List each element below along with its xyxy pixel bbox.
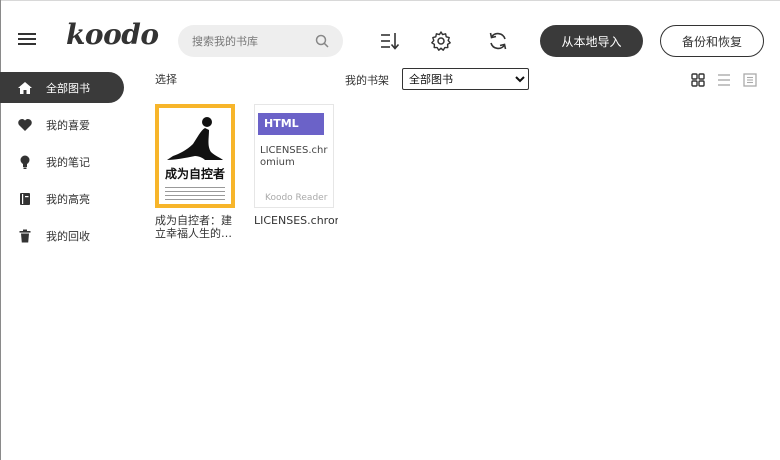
cover-title: 成为自控者 (164, 167, 225, 181)
book-cover[interactable]: HTML LICENSES.chromium Koodo Reader (254, 104, 334, 208)
sidebar-item-label: 我的笔记 (46, 156, 90, 169)
bulb-icon (20, 155, 30, 169)
sidebar-item-label: 我的回收 (46, 230, 90, 243)
book-cover[interactable]: 成为自控者 (155, 104, 235, 208)
sync-icon[interactable] (487, 30, 509, 52)
cover-text-lines (165, 184, 225, 203)
sidebar-item-notes[interactable]: 我的笔记 (0, 146, 130, 177)
list-view-icon[interactable] (716, 72, 732, 88)
cover-view-icon[interactable] (742, 72, 758, 88)
sidebar-item-label: 全部图书 (46, 82, 90, 95)
import-local-button[interactable]: 从本地导入 (540, 25, 643, 57)
book-item[interactable]: 成为自控者 成为自控者：建立幸福人生的… (155, 104, 245, 240)
search-input[interactable] (192, 25, 312, 57)
book-title: 成为自控者：建立幸福人生的… (155, 214, 232, 240)
cover-brand: Koodo Reader (265, 193, 328, 203)
home-icon (18, 82, 32, 94)
search-icon[interactable] (315, 34, 329, 48)
sidebar-item-trash[interactable]: 我的回收 (0, 220, 130, 251)
notebook-icon (20, 193, 30, 205)
menu-icon[interactable] (18, 30, 36, 52)
window-top-edge (0, 0, 780, 1)
sidebar-item-highlights[interactable]: 我的高亮 (0, 183, 130, 214)
sidebar-item-favorites[interactable]: 我的喜爱 (0, 109, 130, 140)
app-logo: koodo (66, 18, 159, 51)
search-box[interactable] (178, 25, 343, 57)
gear-icon[interactable] (430, 30, 452, 52)
sidebar-item-label: 我的喜爱 (46, 119, 90, 132)
book-title: LICENSES.chrom (254, 214, 338, 227)
sidebar-item-label: 我的高亮 (46, 193, 90, 206)
sidebar-item-all-books[interactable]: 全部图书 (0, 72, 124, 103)
sort-icon[interactable] (379, 30, 401, 52)
sidebar: 全部图书 我的喜爱 我的笔记 我的高亮 我的回收 (0, 72, 130, 257)
sea-lion-illustration (167, 117, 223, 160)
heart-icon (18, 119, 32, 131)
backup-restore-button[interactable]: 备份和恢复 (660, 25, 764, 57)
book-item[interactable]: HTML LICENSES.chromium Koodo Reader LICE… (254, 104, 344, 227)
grid-view-icon[interactable] (690, 72, 706, 88)
format-badge: HTML (258, 113, 324, 135)
select-button[interactable]: 选择 (155, 71, 177, 87)
cover-title: LICENSES.chromium (260, 145, 328, 168)
shelf-label: 我的书架 (345, 74, 389, 87)
trash-icon (19, 229, 31, 243)
shelf-select[interactable]: 全部图书 (402, 68, 529, 90)
